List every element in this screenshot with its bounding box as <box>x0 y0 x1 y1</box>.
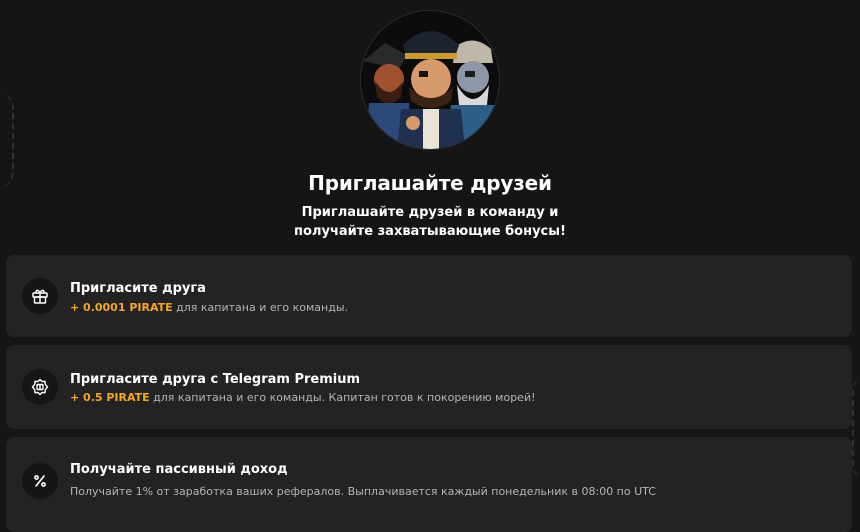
bonus-amount: + 0.0001 PIRATE <box>70 301 173 314</box>
decorative-arc-right <box>852 380 860 476</box>
page-title: Приглашайте друзей <box>308 171 552 195</box>
card-description-text: для капитана и его команды. Капитан гото… <box>153 391 536 404</box>
card-description: + 0.5 PIRATE для капитана и его команды.… <box>70 391 536 404</box>
invite-friend-card: Пригласите друга + 0.0001 PIRATE для кап… <box>6 255 852 337</box>
card-description-text: Получайте 1% от заработка ваших реферало… <box>70 485 656 498</box>
premium-badge-icon <box>22 369 58 405</box>
page-subtitle: Приглашайте друзей в команду и получайте… <box>294 205 566 239</box>
card-title: Пригласите друга <box>70 281 206 296</box>
card-description: + 0.0001 PIRATE для капитана и его коман… <box>70 301 348 314</box>
card-description-text: для капитана и его команды. <box>176 301 349 314</box>
pirates-illustration <box>360 10 500 150</box>
invite-premium-friend-card: Пригласите друга с Telegram Premium + 0.… <box>6 345 852 429</box>
bonus-amount: + 0.5 PIRATE <box>70 391 150 404</box>
pirates-image <box>363 31 499 149</box>
percent-icon <box>22 463 58 499</box>
passive-income-card: Получайте пассивный доход Получайте 1% о… <box>6 437 852 532</box>
gift-icon <box>22 278 58 314</box>
card-title: Пригласите друга с Telegram Premium <box>70 372 361 387</box>
card-title: Получайте пассивный доход <box>70 462 288 477</box>
